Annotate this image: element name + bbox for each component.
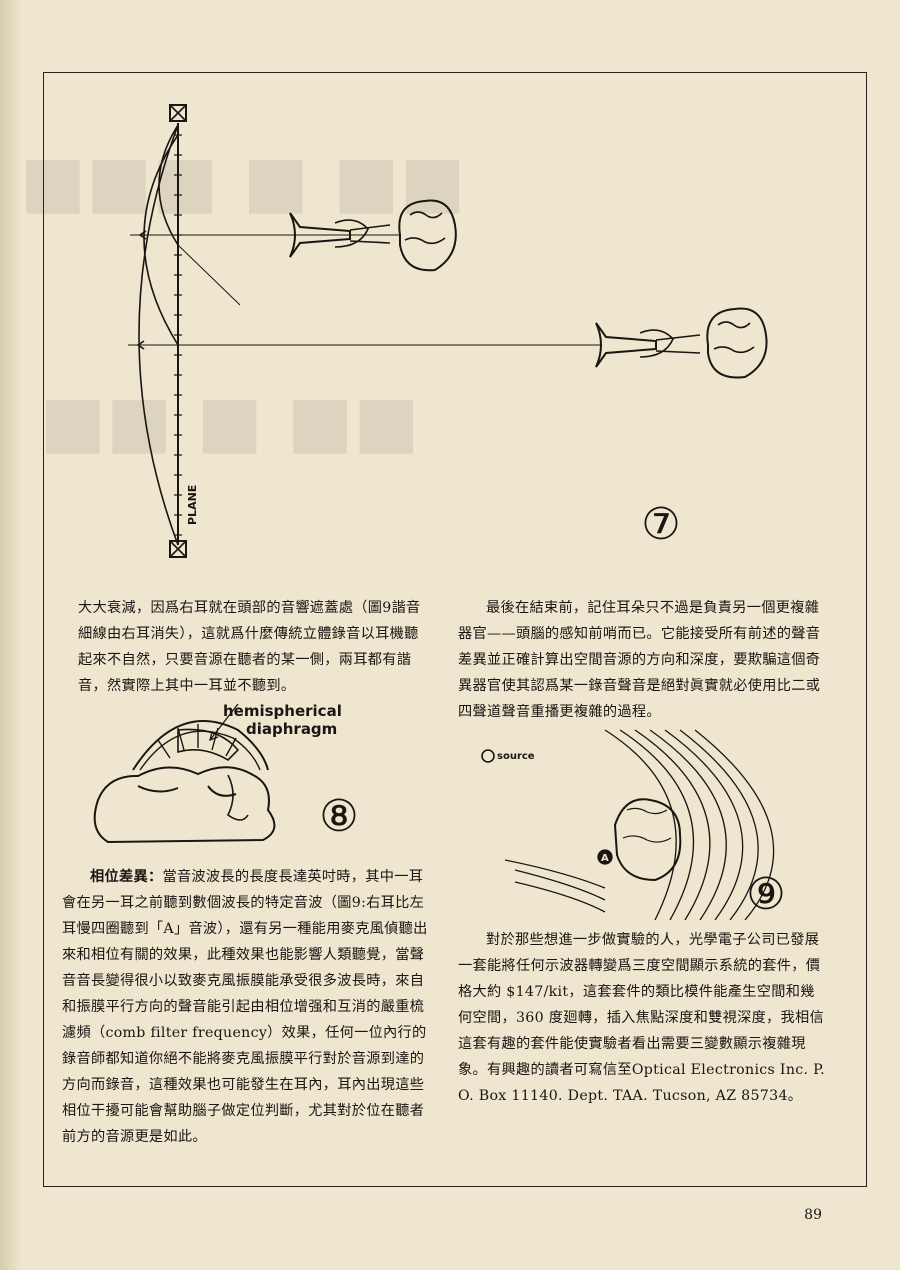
- left-paragraph-2-text: 當音波波長的長度長達英吋時，其中一耳會在另一耳之前聽到數個波長的特定音波（圖9:…: [62, 869, 428, 1145]
- diaphragm-label: diaphragm: [246, 720, 337, 738]
- source-label: source: [497, 751, 535, 762]
- right-paragraph-1-text: 最後在結束前，記住耳朵只不過是負責另一個更複雜器官——頭腦的感知前哨而已。它能接…: [458, 600, 821, 720]
- marker-a-label: A: [601, 853, 609, 864]
- figure-8: hemispherical diaphragm: [78, 690, 428, 860]
- right-paragraph-2: 對於那些想進一步做實驗的人，光學電子公司已發展一套能將任何示波器轉變爲三度空間顯…: [458, 927, 828, 1109]
- figure-9: source A: [455, 720, 845, 920]
- figure-8-number: ⑧: [319, 791, 359, 842]
- page-edge-shadow: [0, 0, 22, 1270]
- right-paragraph-2-text: 對於那些想進一步做實驗的人，光學電子公司已發展一套能將任何示波器轉變爲三度空間顯…: [458, 932, 825, 1104]
- figure-9-number: ⑨: [746, 869, 786, 920]
- left-paragraph-2: 相位差異：當音波波長的長度長達英吋時，其中一耳會在另一耳之前聽到數個波長的特定音…: [62, 864, 430, 1150]
- plane-label: PLANE: [186, 485, 199, 525]
- figure-7-drawing: PLANE: [128, 104, 768, 558]
- page-number: 89: [804, 1207, 822, 1223]
- left-paragraph-1-text: 大大衰減，因爲右耳就在頭部的音響遮蓋處（圖9諧音細線由右耳消失），這就爲什麼傳統…: [78, 600, 421, 694]
- right-paragraph-1: 最後在結束前，記住耳朵只不過是負責另一個更複雜器官——頭腦的感知前哨而已。它能接…: [458, 595, 828, 725]
- left-paragraph-1: 大大衰減，因爲右耳就在頭部的音響遮蓋處（圖9諧音細線由右耳消失），這就爲什麼傳統…: [78, 595, 428, 699]
- phase-difference-heading: 相位差異：: [90, 869, 163, 885]
- figure-8-drawing: hemispherical diaphragm: [93, 702, 342, 844]
- figure-9-drawing: source A: [481, 729, 775, 920]
- hemispherical-label: hemispherical: [223, 702, 342, 720]
- figure-7-number: ⑦: [641, 499, 681, 550]
- figure-7: PLANE: [100, 95, 820, 565]
